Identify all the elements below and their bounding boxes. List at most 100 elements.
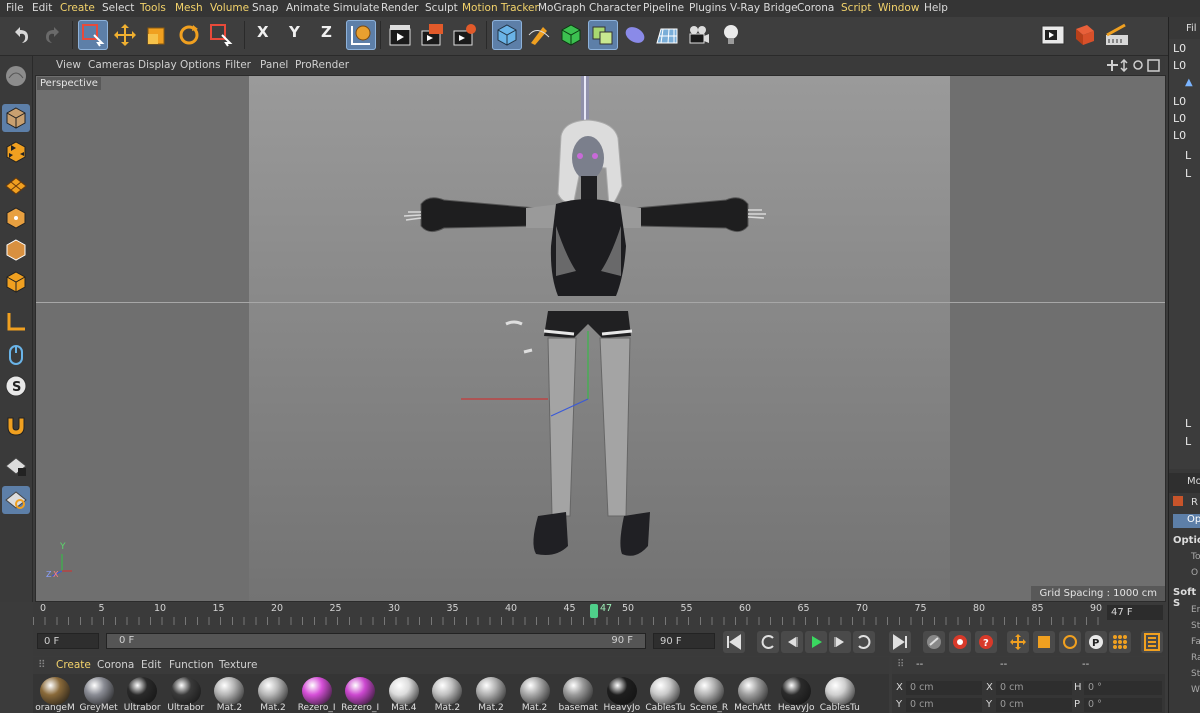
- rotation-p-field[interactable]: 0 °: [1084, 698, 1162, 712]
- material-swatch[interactable]: GreyMet: [78, 676, 120, 713]
- menu-snap[interactable]: Snap: [252, 2, 278, 14]
- render-settings-icon[interactable]: [450, 20, 480, 50]
- material-swatch[interactable]: Mat.4: [383, 676, 425, 713]
- z-axis-lock[interactable]: Z: [321, 23, 332, 41]
- floor-icon[interactable]: [652, 20, 682, 50]
- menu-character[interactable]: Character: [589, 2, 641, 14]
- attributes-header[interactable]: Mo: [1187, 476, 1200, 487]
- viewport-menu-filter[interactable]: Filter: [225, 59, 251, 71]
- material-swatch[interactable]: Mat.2: [208, 676, 250, 713]
- viewport-menu-prorender[interactable]: ProRender: [295, 59, 349, 71]
- keyframe-selection-icon[interactable]: ?: [975, 631, 997, 653]
- viewport-menu-cameras[interactable]: Cameras: [88, 59, 135, 71]
- object-row[interactable]: L: [1185, 435, 1200, 451]
- material-swatch[interactable]: CablesTu: [644, 676, 686, 713]
- key-scale-icon[interactable]: [1033, 631, 1055, 653]
- play-icon[interactable]: [805, 631, 827, 653]
- tweak-mode-icon[interactable]: [2, 340, 30, 368]
- next-key-icon[interactable]: [853, 631, 875, 653]
- menu-window[interactable]: Window: [878, 2, 919, 14]
- key-parameter-icon[interactable]: P: [1085, 631, 1107, 653]
- material-menu-texture[interactable]: Texture: [219, 659, 257, 671]
- previous-frame-icon[interactable]: [781, 631, 803, 653]
- object-row[interactable]: L0: [1173, 112, 1200, 128]
- cube-icon[interactable]: [492, 20, 522, 50]
- menu-edit[interactable]: Edit: [32, 2, 52, 14]
- menu-help[interactable]: Help: [924, 2, 948, 14]
- menu-animate[interactable]: Animate: [286, 2, 330, 14]
- material-menu-function[interactable]: Function: [169, 659, 214, 671]
- y-axis-lock[interactable]: Y: [289, 23, 300, 41]
- scale-icon[interactable]: [142, 20, 172, 50]
- model-mode-icon[interactable]: [2, 104, 30, 132]
- start-frame-field[interactable]: 0 F: [37, 633, 99, 649]
- object-row[interactable]: L: [1185, 167, 1200, 183]
- live-selection-icon[interactable]: [78, 20, 108, 50]
- layout-icon[interactable]: [1102, 20, 1132, 50]
- pen-spline-icon[interactable]: [524, 20, 554, 50]
- world-coordinates-icon[interactable]: [346, 20, 376, 50]
- array-icon[interactable]: [588, 20, 618, 50]
- subdivision-icon[interactable]: [556, 20, 586, 50]
- object-row[interactable]: L: [1185, 149, 1200, 165]
- solo-icon[interactable]: S: [2, 372, 30, 400]
- rotate-icon[interactable]: [174, 20, 204, 50]
- timeline-window-icon[interactable]: [1141, 631, 1163, 653]
- scale-y-field[interactable]: 0 cm: [996, 698, 1072, 712]
- camera-icon[interactable]: [684, 20, 714, 50]
- scale-x-field[interactable]: 0 cm: [996, 681, 1072, 695]
- previous-key-icon[interactable]: [757, 631, 779, 653]
- snap-magnet-icon[interactable]: [2, 412, 30, 440]
- undo-icon[interactable]: [6, 20, 36, 50]
- material-swatch[interactable]: Ultrabor: [165, 676, 207, 713]
- viewport-navigation-icons[interactable]: [1106, 59, 1162, 72]
- render-view-icon[interactable]: [386, 20, 416, 50]
- material-menu-corona[interactable]: Corona: [97, 659, 134, 671]
- rotation-h-field[interactable]: 0 °: [1084, 681, 1162, 695]
- next-frame-icon[interactable]: [829, 631, 851, 653]
- key-point-level-icon[interactable]: [1109, 631, 1131, 653]
- material-swatch[interactable]: Mat.2: [252, 676, 294, 713]
- go-to-start-icon[interactable]: [723, 631, 745, 653]
- edges-mode-icon[interactable]: [2, 236, 30, 264]
- menu-file[interactable]: File: [6, 2, 24, 14]
- menu-script[interactable]: Script: [841, 2, 871, 14]
- menu-v-ray-bridge[interactable]: V-Ray Bridge: [730, 2, 798, 14]
- material-swatch[interactable]: Mat.2: [470, 676, 512, 713]
- menu-corona[interactable]: Corona: [797, 2, 834, 14]
- current-frame-field[interactable]: 47 F: [1107, 605, 1163, 620]
- object-row[interactable]: L: [1185, 417, 1200, 433]
- material-swatch[interactable]: CablesTu: [819, 676, 861, 713]
- material-swatch[interactable]: MechAtt: [732, 676, 774, 713]
- viewport-menu-display[interactable]: Display: [138, 59, 177, 71]
- key-position-icon[interactable]: [1007, 631, 1029, 653]
- menu-pipeline[interactable]: Pipeline: [643, 2, 684, 14]
- 3d-viewport[interactable]: Perspective Y Z X Grid Spacing: 1000 cm: [35, 75, 1166, 602]
- menu-plugins[interactable]: Plugins: [689, 2, 727, 14]
- record-keys-icon[interactable]: [923, 631, 945, 653]
- menu-tools[interactable]: Tools: [140, 2, 166, 14]
- attributes-tab-r[interactable]: R: [1191, 497, 1198, 508]
- key-rotation-icon[interactable]: [1059, 631, 1081, 653]
- material-swatch[interactable]: Mat.2: [426, 676, 468, 713]
- frame-range-slider[interactable]: 0 F 90 F: [106, 633, 646, 649]
- x-axis-lock[interactable]: X: [257, 23, 269, 41]
- material-swatch[interactable]: Mat.2: [514, 676, 556, 713]
- viewport-menu-options[interactable]: Options: [180, 59, 221, 71]
- go-to-end-icon[interactable]: [889, 631, 911, 653]
- material-swatch[interactable]: orangeM: [34, 676, 76, 713]
- character-model[interactable]: [36, 76, 1165, 601]
- picture-viewer-icon[interactable]: [1038, 20, 1068, 50]
- menu-render[interactable]: Render: [381, 2, 418, 14]
- polygons-mode-icon[interactable]: [2, 268, 30, 296]
- timeline-playhead[interactable]: [590, 604, 598, 618]
- material-swatch[interactable]: Rezero_I: [339, 676, 381, 713]
- viewport-menu-view[interactable]: View: [56, 59, 81, 71]
- material-swatch[interactable]: Rezero_I: [296, 676, 338, 713]
- menu-motion-tracker[interactable]: Motion Tracker: [462, 2, 539, 14]
- recent-tools-icon[interactable]: [206, 20, 236, 50]
- points-mode-icon[interactable]: [2, 204, 30, 232]
- timeline-ruler[interactable]: 0 5 10 15 20 25 30 35 40 45 50 55 60 65 70 75 80 85 90 47 …: [33, 603, 1165, 630]
- content-browser-icon[interactable]: [1070, 20, 1100, 50]
- material-swatch[interactable]: basemat: [557, 676, 599, 713]
